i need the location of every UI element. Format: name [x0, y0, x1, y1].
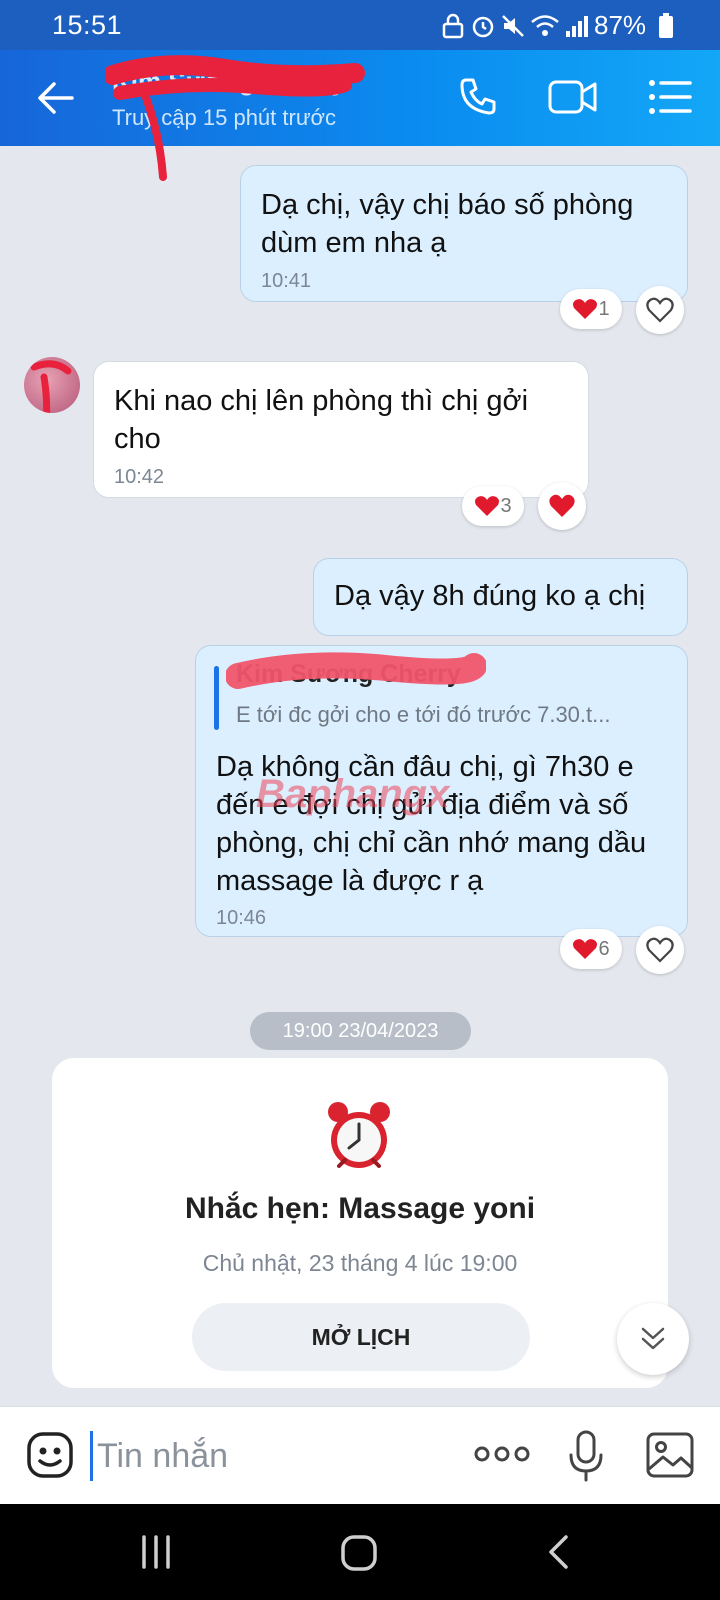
message-text: Dạ vậy 8h đúng ko ạ chị: [334, 580, 646, 612]
message-bubble-outgoing[interactable]: Dạ chị, vậy chị báo số phòng dùm em nha …: [240, 165, 688, 302]
open-calendar-button[interactable]: MỞ LỊCH: [192, 1303, 530, 1371]
react-heart-button[interactable]: [538, 482, 586, 530]
reminder-card[interactable]: Nhắc hẹn: Massage yoni Chủ nhật, 23 thán…: [52, 1058, 668, 1388]
quote-bar: [214, 666, 219, 730]
microphone-icon[interactable]: [568, 1429, 604, 1483]
redaction-scribble: [226, 652, 486, 689]
back-arrow-icon[interactable]: [36, 80, 76, 116]
home-icon[interactable]: [340, 1534, 378, 1572]
heart-outline-icon: [646, 297, 674, 323]
heart-icon: [549, 494, 575, 517]
heart-icon: [573, 939, 598, 959]
scroll-to-bottom-button[interactable]: [617, 1303, 689, 1375]
message-time: 10:42: [114, 466, 165, 488]
message-bubble-incoming[interactable]: Khi nao chị lên phòng thì chị gởi cho 10…: [93, 361, 589, 498]
status-time: 15:51: [52, 10, 123, 40]
message-composer: [0, 1406, 720, 1504]
react-heart-button[interactable]: [636, 286, 684, 334]
recent-apps-icon[interactable]: [138, 1534, 174, 1570]
nav-back-icon[interactable]: [546, 1534, 570, 1570]
avatar[interactable]: [24, 357, 80, 413]
message-time: 10:41: [261, 270, 312, 292]
sticker-icon[interactable]: [26, 1431, 74, 1479]
alarm-clock-icon: [328, 1102, 390, 1168]
reaction-count: 6: [598, 937, 610, 960]
status-bar: 15:51 87%: [0, 0, 720, 50]
signal-icon: [566, 16, 588, 37]
heart-icon: [573, 299, 598, 319]
message-input[interactable]: [90, 1431, 440, 1481]
heart-outline-icon: [646, 937, 674, 963]
alarm-status-icon: [472, 16, 494, 38]
reminder-datetime: Chủ nhật, 23 tháng 4 lúc 19:00: [202, 1250, 518, 1276]
date-separator: 19:00 23/04/2023: [250, 1012, 471, 1050]
lock-icon: [442, 13, 464, 39]
watermark: Baphangx: [256, 772, 450, 816]
reaction-count-badge[interactable]: 6: [560, 929, 622, 969]
mute-icon: [502, 15, 524, 37]
message-text: Khi nao chị lên phòng thì chị gởi cho: [114, 385, 529, 455]
react-heart-button[interactable]: [636, 926, 684, 974]
phone-icon[interactable]: [458, 76, 498, 116]
reminder-title: Nhắc hẹn: Massage yoni: [184, 1192, 536, 1225]
message-text: Dạ không cần đâu chị, gì 7h30 e đến e đợ…: [216, 751, 647, 897]
reaction-count: 3: [500, 494, 512, 517]
reaction-count-badge[interactable]: 1: [560, 289, 622, 329]
redaction-scribble: [30, 360, 72, 413]
message-time: 10:46: [216, 907, 267, 929]
battery-icon: [659, 13, 673, 38]
image-icon[interactable]: [645, 1431, 695, 1479]
more-dots-icon[interactable]: [474, 1445, 530, 1463]
video-call-icon[interactable]: [548, 78, 598, 116]
system-navigation-bar: [0, 1504, 720, 1600]
message-bubble-outgoing[interactable]: Kim Sương Cherry E tới đc gởi cho e tới …: [195, 645, 688, 937]
menu-list-icon[interactable]: [648, 78, 692, 116]
message-bubble-outgoing[interactable]: Dạ vậy 8h đúng ko ạ chị: [313, 558, 688, 636]
reaction-count: 1: [598, 297, 610, 320]
quote-text[interactable]: E tới đc gởi cho e tới đó trước 7.30.t..…: [236, 702, 676, 728]
battery-level: 87%: [594, 10, 647, 40]
chat-header: Kim Sương Cherry Truy cập 15 phút trước: [0, 50, 720, 181]
reaction-count-badge[interactable]: 3: [462, 486, 524, 526]
wifi-icon: [531, 15, 559, 36]
chevron-double-down-icon: [641, 1327, 665, 1350]
heart-icon: [475, 496, 500, 516]
message-text: Dạ chị, vậy chị báo số phòng dùm em nha …: [261, 189, 634, 259]
